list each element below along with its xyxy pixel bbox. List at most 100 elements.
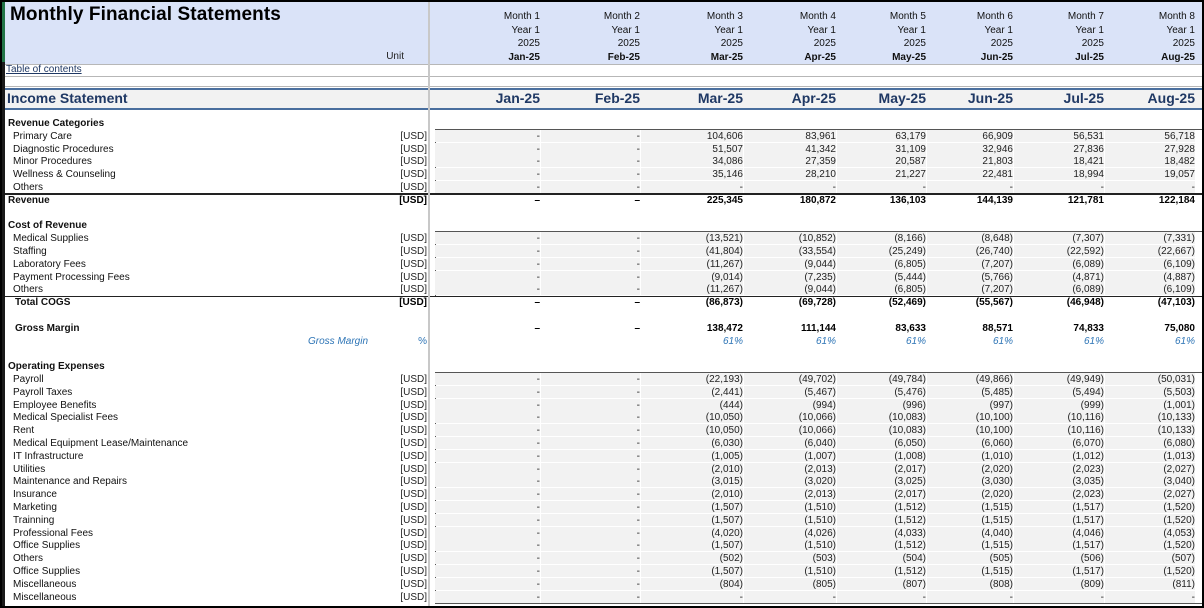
- value-cell[interactable]: (10,100): [927, 424, 1014, 437]
- value-cell[interactable]: (46,948): [1014, 296, 1104, 308]
- value-cell[interactable]: 66,909: [927, 129, 1014, 142]
- value-cell[interactable]: -: [435, 565, 541, 577]
- value-cell[interactable]: (2,020): [927, 488, 1014, 501]
- value-cell[interactable]: –: [541, 322, 640, 334]
- value-cell[interactable]: (10,066): [744, 411, 837, 424]
- value-cell[interactable]: 41,342: [744, 142, 837, 155]
- value-cell[interactable]: (3,025): [837, 475, 927, 488]
- value-cell[interactable]: (5,485): [927, 385, 1014, 398]
- value-cell[interactable]: (811): [1105, 577, 1196, 590]
- value-cell[interactable]: (1,512): [837, 565, 927, 577]
- value-cell[interactable]: -: [541, 462, 641, 475]
- value-cell[interactable]: 18,994: [1014, 168, 1105, 181]
- value-cell[interactable]: -: [435, 437, 541, 449]
- value-cell[interactable]: –: [435, 322, 540, 334]
- value-cell[interactable]: (10,852): [744, 232, 837, 245]
- value-cell[interactable]: -: [541, 283, 641, 296]
- value-cell[interactable]: (807): [837, 577, 927, 590]
- value-cell[interactable]: (7,207): [927, 257, 1014, 270]
- value-cell[interactable]: (10,050): [641, 411, 744, 424]
- value-cell[interactable]: 21,227: [837, 168, 927, 181]
- value-cell[interactable]: (1,507): [641, 565, 744, 577]
- percent-cell[interactable]: 61%: [641, 335, 743, 347]
- value-cell[interactable]: -: [541, 552, 641, 565]
- value-cell[interactable]: (4,020): [641, 526, 744, 539]
- value-cell[interactable]: 104,606: [641, 129, 744, 142]
- value-cell[interactable]: (55,567): [927, 296, 1013, 308]
- value-cell[interactable]: -: [541, 155, 641, 168]
- value-cell[interactable]: (5,503): [1105, 385, 1196, 398]
- value-cell[interactable]: -: [837, 590, 927, 603]
- value-cell[interactable]: 138,472: [641, 322, 743, 334]
- value-cell[interactable]: (3,035): [1014, 475, 1105, 488]
- value-cell[interactable]: (10,116): [1014, 424, 1105, 437]
- value-cell[interactable]: (49,784): [837, 373, 927, 385]
- value-cell[interactable]: 19,057: [1105, 168, 1196, 181]
- value-cell[interactable]: (6,089): [1014, 257, 1105, 270]
- value-cell[interactable]: (5,467): [744, 385, 837, 398]
- value-cell[interactable]: (2,010): [641, 462, 744, 475]
- value-cell[interactable]: (3,015): [641, 475, 744, 488]
- value-cell[interactable]: -: [435, 475, 541, 488]
- value-cell[interactable]: -: [541, 142, 641, 155]
- value-cell[interactable]: (6,070): [1014, 437, 1105, 449]
- value-cell[interactable]: (10,083): [837, 424, 927, 437]
- value-cell[interactable]: (2,441): [641, 385, 744, 398]
- value-cell[interactable]: (1,013): [1105, 449, 1196, 462]
- value-cell[interactable]: -: [435, 577, 541, 590]
- value-cell[interactable]: (7,207): [927, 283, 1014, 296]
- value-cell[interactable]: (1,520): [1105, 513, 1196, 526]
- value-cell[interactable]: (1,515): [927, 565, 1014, 577]
- value-cell[interactable]: (2,023): [1014, 462, 1105, 475]
- value-cell[interactable]: (10,133): [1105, 424, 1196, 437]
- value-cell[interactable]: 75,080: [1105, 322, 1195, 334]
- value-cell[interactable]: -: [541, 424, 641, 437]
- value-cell[interactable]: 56,531: [1014, 129, 1105, 142]
- value-cell[interactable]: (1,510): [744, 501, 837, 513]
- value-cell[interactable]: (6,109): [1105, 283, 1196, 296]
- value-cell[interactable]: (5,444): [837, 270, 927, 283]
- value-cell[interactable]: 225,345: [641, 194, 743, 206]
- value-cell[interactable]: -: [541, 232, 641, 245]
- value-cell[interactable]: (7,235): [744, 270, 837, 283]
- value-cell[interactable]: -: [435, 168, 541, 181]
- value-cell[interactable]: (805): [744, 577, 837, 590]
- value-cell[interactable]: (2,027): [1105, 462, 1196, 475]
- value-cell[interactable]: (5,476): [837, 385, 927, 398]
- value-cell[interactable]: -: [435, 449, 541, 462]
- value-cell[interactable]: (6,030): [641, 437, 744, 449]
- value-cell[interactable]: 18,421: [1014, 155, 1105, 168]
- value-cell[interactable]: (3,020): [744, 475, 837, 488]
- value-cell[interactable]: -: [435, 411, 541, 424]
- value-cell[interactable]: (22,667): [1105, 245, 1196, 257]
- value-cell[interactable]: (33,554): [744, 245, 837, 257]
- value-cell[interactable]: -: [541, 181, 641, 193]
- value-cell[interactable]: 136,103: [837, 194, 926, 206]
- value-cell[interactable]: 144,139: [927, 194, 1013, 206]
- value-cell[interactable]: (4,871): [1014, 270, 1105, 283]
- value-cell[interactable]: (10,050): [641, 424, 744, 437]
- value-cell[interactable]: 34,086: [641, 155, 744, 168]
- value-cell[interactable]: (2,013): [744, 488, 837, 501]
- value-cell[interactable]: (1,005): [641, 449, 744, 462]
- value-cell[interactable]: (997): [927, 398, 1014, 411]
- value-cell[interactable]: (2,013): [744, 462, 837, 475]
- value-cell[interactable]: -: [435, 424, 541, 437]
- value-cell[interactable]: -: [435, 526, 541, 539]
- value-cell[interactable]: (1,001): [1105, 398, 1196, 411]
- value-cell[interactable]: -: [541, 513, 641, 526]
- value-cell[interactable]: -: [435, 552, 541, 565]
- percent-cell[interactable]: 61%: [927, 335, 1013, 347]
- value-cell[interactable]: (22,193): [641, 373, 744, 385]
- value-cell[interactable]: -: [541, 411, 641, 424]
- value-cell[interactable]: (9,014): [641, 270, 744, 283]
- value-cell[interactable]: -: [541, 526, 641, 539]
- value-cell[interactable]: (804): [641, 577, 744, 590]
- value-cell[interactable]: (25,249): [837, 245, 927, 257]
- value-cell[interactable]: 83,633: [837, 322, 926, 334]
- value-cell[interactable]: -: [1105, 590, 1196, 603]
- value-cell[interactable]: (4,887): [1105, 270, 1196, 283]
- value-cell[interactable]: -: [435, 398, 541, 411]
- value-cell[interactable]: (1,510): [744, 539, 837, 552]
- value-cell[interactable]: (2,017): [837, 462, 927, 475]
